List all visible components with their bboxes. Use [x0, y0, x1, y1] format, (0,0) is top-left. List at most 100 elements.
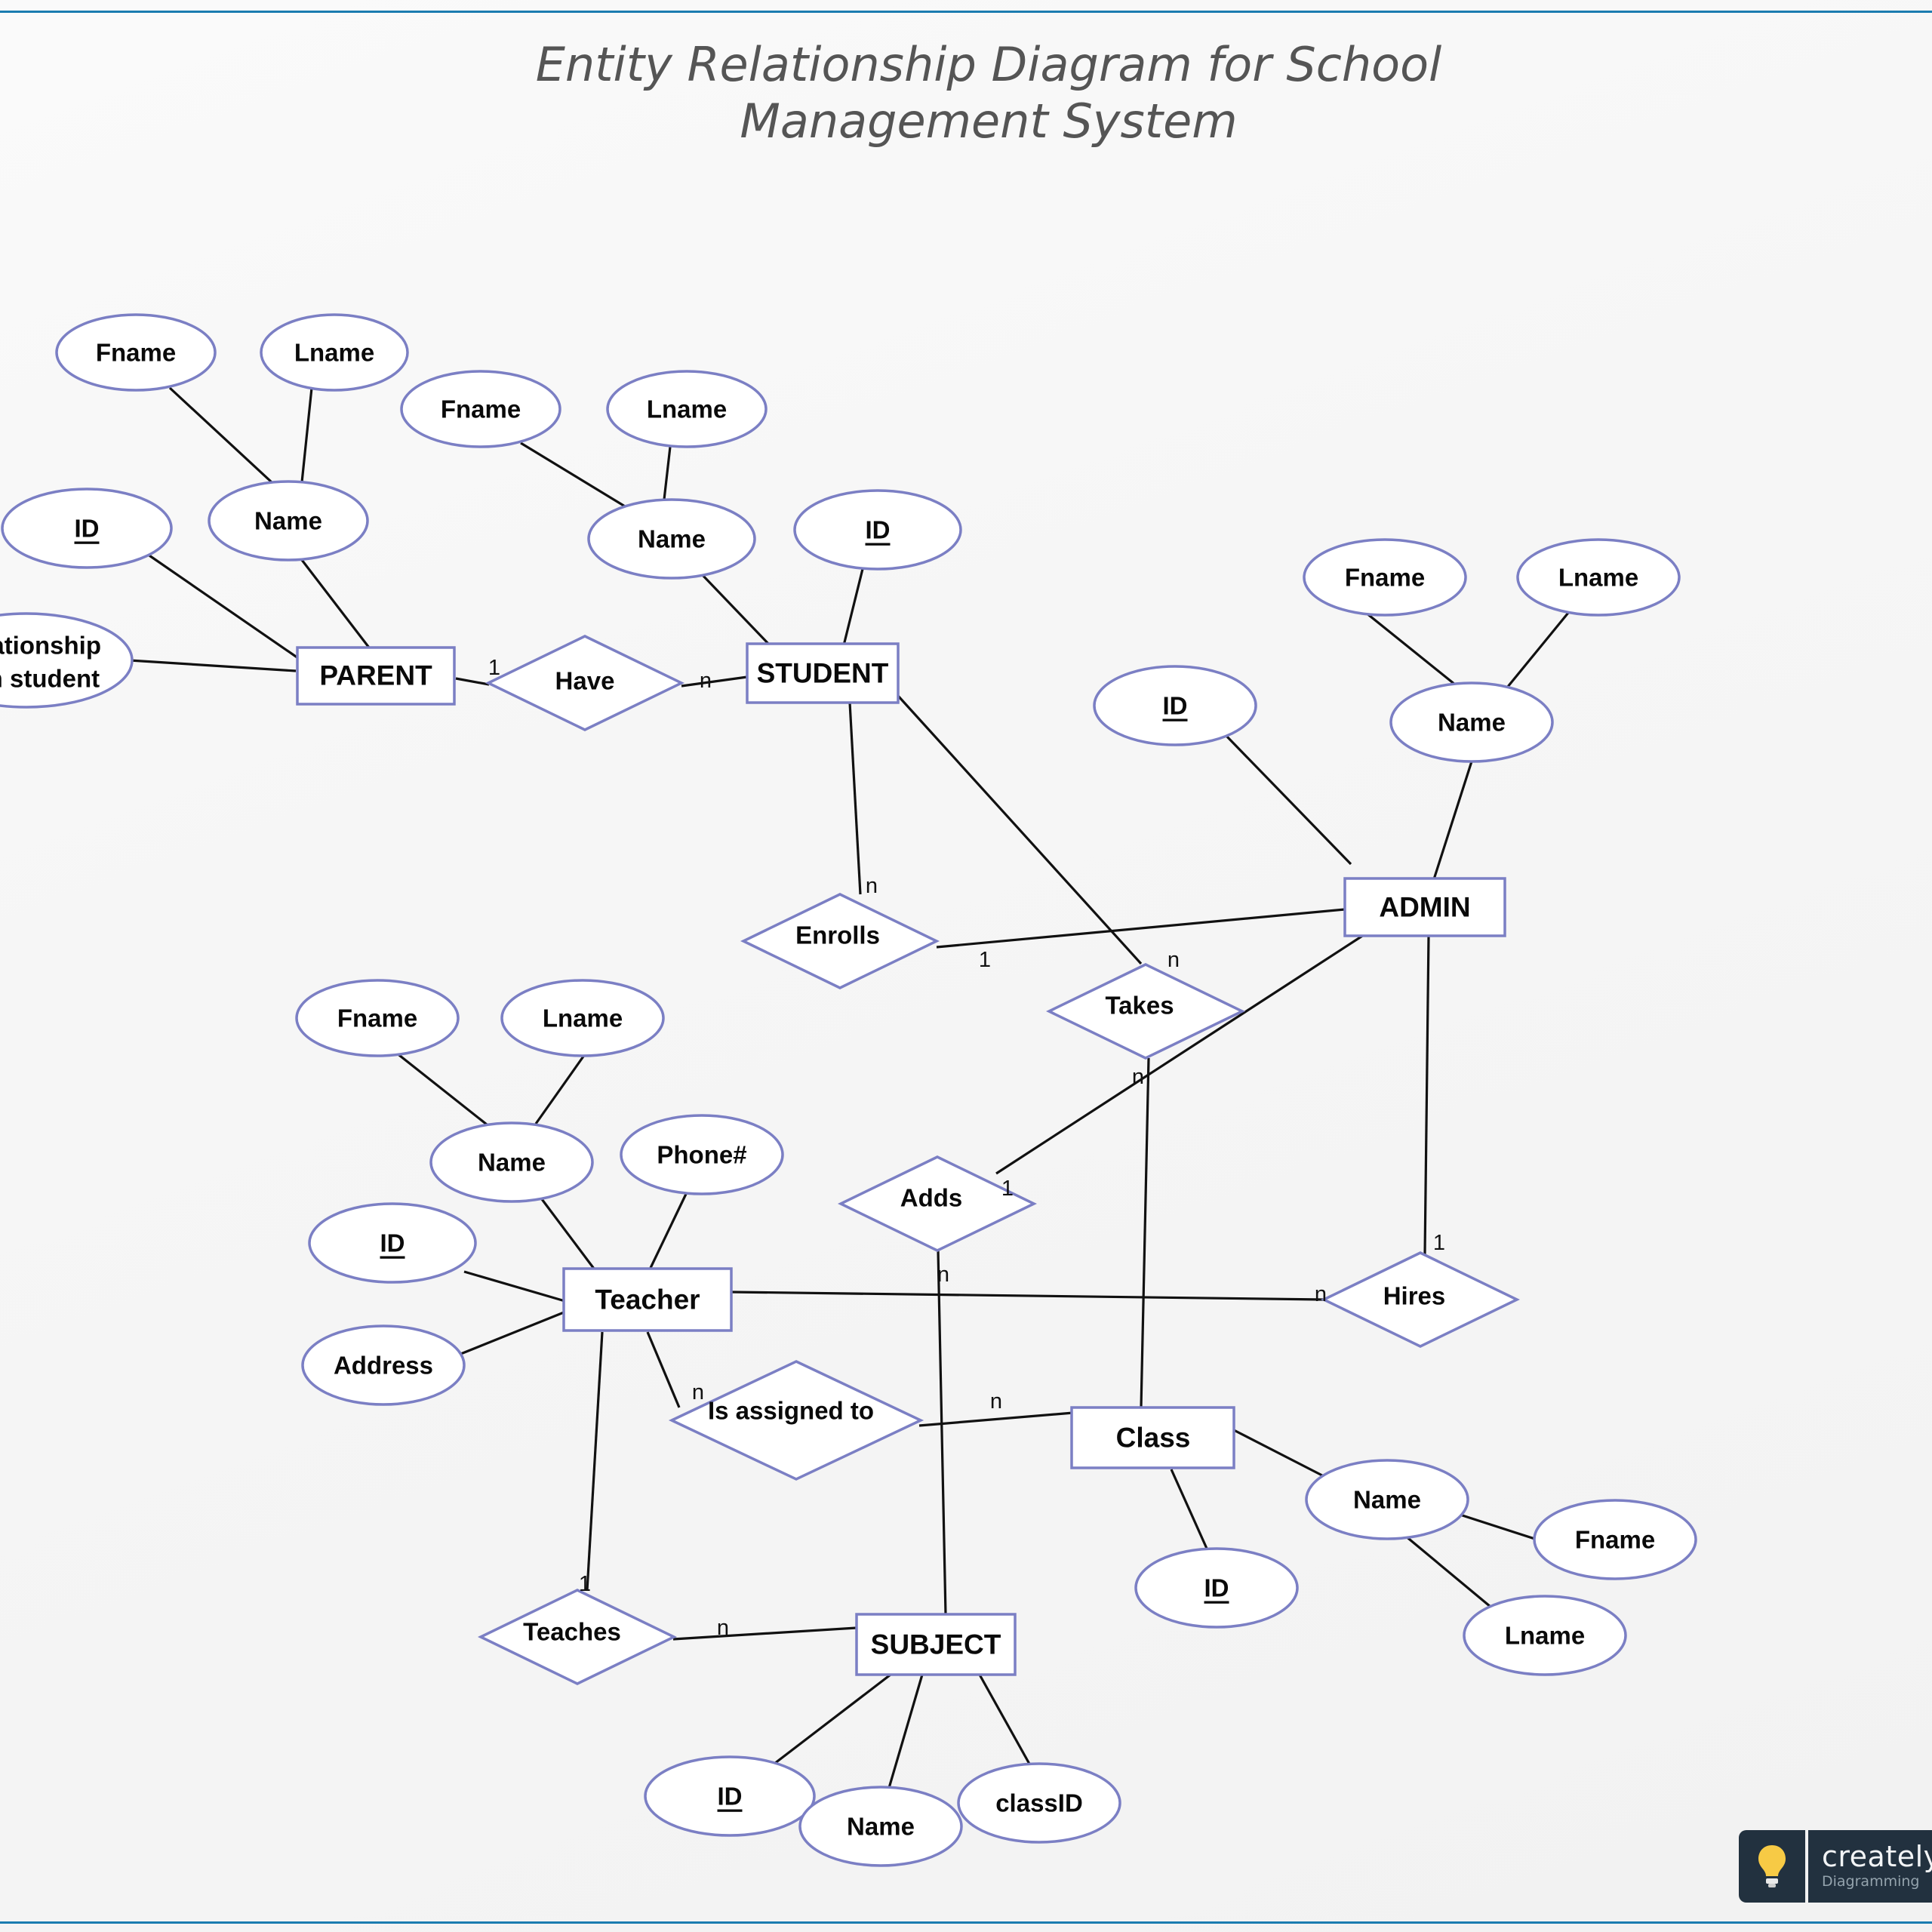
- relationship-takes[interactable]: Takes: [1045, 963, 1246, 1060]
- attribute-parent-lname[interactable]: Lname: [260, 313, 409, 392]
- edge-admin-lname-name: [1499, 611, 1570, 697]
- attribute-label: Name: [638, 525, 706, 553]
- attribute-parent-relationship-with-student[interactable]: Relationship with student: [0, 612, 134, 709]
- watermark-text-panel: creately Diagramming: [1808, 1830, 1932, 1903]
- attribute-teacher-lname[interactable]: Lname: [500, 979, 665, 1057]
- attribute-class-fname[interactable]: Fname: [1533, 1499, 1697, 1580]
- attribute-subject-id[interactable]: ID: [644, 1755, 816, 1837]
- attribute-subject-classid[interactable]: classID: [957, 1762, 1121, 1844]
- edge-subject-id: [771, 1673, 891, 1767]
- attribute-label: ID: [380, 1229, 405, 1257]
- attribute-label: ID: [1204, 1574, 1229, 1602]
- relationship-enrolls[interactable]: Enrolls: [740, 893, 940, 989]
- relationship-teaches[interactable]: Teaches: [477, 1589, 678, 1685]
- cardinality-hires-admin: 1: [1433, 1231, 1445, 1255]
- attribute-admin-name[interactable]: Name: [1389, 681, 1554, 763]
- attribute-class-name[interactable]: Name: [1305, 1459, 1469, 1540]
- cardinality-student-takes: n: [1168, 948, 1180, 972]
- relationship-label: Have: [555, 667, 615, 695]
- relationship-hires[interactable]: Hires: [1320, 1251, 1521, 1348]
- attribute-label: Lname: [543, 1004, 623, 1032]
- attribute-parent-name[interactable]: Name: [208, 480, 369, 561]
- relationship-is-assigned-to[interactable]: Is assigned to: [668, 1360, 924, 1481]
- attribute-label: Fname: [96, 339, 176, 367]
- attribute-subject-name[interactable]: Name: [798, 1786, 963, 1867]
- edge-class-name-lname: [1404, 1534, 1492, 1608]
- attribute-label: Fname: [1345, 564, 1425, 592]
- entity-label: SUBJECT: [871, 1629, 1001, 1660]
- attribute-admin-id[interactable]: ID: [1093, 665, 1257, 746]
- attribute-teacher-phone[interactable]: Phone#: [620, 1114, 784, 1195]
- attribute-nodes: Fname Lname Name ID Relationship with st…: [0, 313, 1697, 1867]
- cardinality-have-student: n: [700, 669, 712, 693]
- edge-parent-have: [455, 677, 490, 686]
- attribute-class-id[interactable]: ID: [1134, 1547, 1299, 1629]
- relationship-have[interactable]: Have: [485, 635, 685, 731]
- attribute-teacher-id[interactable]: ID: [308, 1202, 477, 1284]
- edge-teaches-subject: [672, 1626, 857, 1641]
- attribute-label: Fname: [337, 1004, 417, 1032]
- cardinality-enrolls-admin: 1: [979, 948, 991, 972]
- attribute-label: ID: [75, 515, 100, 543]
- attribute-parent-fname[interactable]: Fname: [55, 313, 217, 392]
- attribute-parent-id[interactable]: ID: [1, 488, 173, 569]
- attribute-label-line-2: with student: [0, 665, 100, 693]
- edge-student-fname-name: [520, 441, 633, 512]
- attribute-label: Lname: [1505, 1622, 1585, 1650]
- attribute-teacher-address[interactable]: Address: [301, 1324, 466, 1406]
- attribute-student-name[interactable]: Name: [587, 498, 756, 580]
- edge-admin-adds: [995, 932, 1367, 1175]
- attribute-label: Phone#: [657, 1141, 746, 1169]
- entity-student[interactable]: STUDENT: [746, 642, 900, 704]
- edge-student-enrolls: [848, 702, 862, 895]
- edge-parent-name-parent: [300, 559, 373, 651]
- attribute-label: Name: [1438, 709, 1506, 737]
- entity-label: ADMIN: [1379, 892, 1470, 923]
- watermark-tagline: Diagramming: [1822, 1873, 1920, 1890]
- diagram-canvas[interactable]: Entity Relationship Diagram for School M…: [0, 13, 1932, 1921]
- entity-parent[interactable]: PARENT: [296, 646, 456, 706]
- attribute-label: Name: [478, 1149, 546, 1177]
- edge-teacher-phone-teacher: [649, 1192, 688, 1269]
- edge-parent-relationship-parent: [129, 659, 297, 672]
- entity-admin[interactable]: ADMIN: [1343, 877, 1506, 937]
- cardinality-teaches-subject: n: [717, 1616, 729, 1640]
- relationship-adds[interactable]: Adds: [837, 1155, 1038, 1252]
- attribute-student-id[interactable]: ID: [793, 489, 962, 571]
- relationship-label: Adds: [900, 1184, 963, 1212]
- attribute-class-lname[interactable]: Lname: [1463, 1595, 1627, 1676]
- entity-class[interactable]: Class: [1070, 1406, 1235, 1469]
- edge-admin-id-admin: [1223, 732, 1352, 866]
- attribute-student-fname[interactable]: Fname: [400, 370, 561, 448]
- relationship-label: Enrolls: [795, 921, 880, 949]
- edge-subject-name: [888, 1674, 924, 1789]
- entity-label: STUDENT: [757, 658, 889, 689]
- edge-student-name-student: [699, 571, 771, 647]
- attribute-label: Name: [254, 507, 322, 535]
- attribute-student-lname[interactable]: Lname: [606, 370, 768, 448]
- attribute-label: Address: [334, 1352, 433, 1380]
- entity-teacher[interactable]: Teacher: [562, 1267, 733, 1332]
- attribute-admin-fname[interactable]: Fname: [1303, 538, 1467, 617]
- creately-watermark[interactable]: creately Diagramming: [1739, 1830, 1932, 1903]
- edge-teacher-teaches: [586, 1331, 604, 1591]
- relationship-label: Takes: [1105, 992, 1174, 1020]
- attribute-admin-lname[interactable]: Lname: [1516, 538, 1681, 617]
- attribute-teacher-fname[interactable]: Fname: [295, 979, 460, 1057]
- diagram-title: Entity Relationship Diagram for School M…: [536, 37, 1442, 149]
- er-diagram-page: Entity Relationship Diagram for School M…: [0, 0, 1932, 1932]
- attribute-label: ID: [866, 516, 891, 544]
- entity-label: PARENT: [319, 660, 432, 691]
- cardinality-assigned-class: n: [990, 1389, 1002, 1414]
- relationship-label: Teaches: [523, 1618, 621, 1646]
- attribute-teacher-name[interactable]: Name: [429, 1121, 594, 1203]
- attribute-ellipse[interactable]: [0, 612, 134, 709]
- entity-subject[interactable]: SUBJECT: [855, 1613, 1017, 1676]
- edge-student-takes: [897, 694, 1143, 965]
- attribute-label: Fname: [441, 395, 521, 423]
- watermark-logo-panel: [1739, 1830, 1805, 1903]
- edge-admin-hires: [1423, 935, 1430, 1255]
- edge-hires-teacher: [731, 1291, 1324, 1301]
- edge-parent-fname-name: [168, 386, 273, 484]
- cardinality-teacher-hires: n: [1315, 1282, 1327, 1306]
